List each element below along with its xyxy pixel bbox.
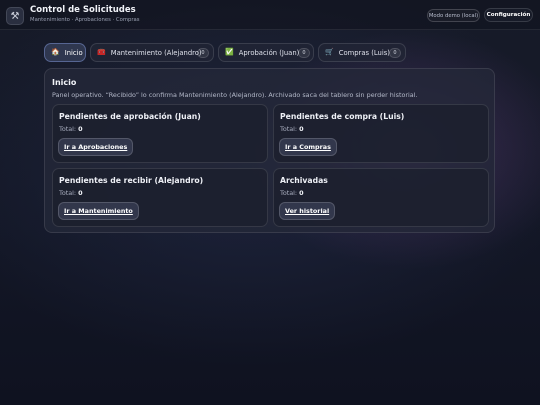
app-subtitle: Mantenimiento · Aprobaciones · Compras	[30, 17, 140, 23]
card-title: Pendientes de recibir (Alejandro)	[59, 176, 204, 185]
tab-inicio[interactable]: 🏠 Inicio	[44, 43, 86, 62]
tab-mantenimiento[interactable]: 🧰 Mantenimiento (Alejandro) 0	[90, 43, 214, 62]
panel-description: Panel operativo. “Recibido” lo confirma …	[52, 91, 418, 99]
toolbox-icon: 🧰	[97, 48, 106, 56]
card-total-value: 0	[299, 189, 304, 197]
view-history-button[interactable]: Ver historial	[279, 202, 336, 220]
demo-mode-button[interactable]: Modo demo (local)	[427, 9, 480, 22]
card-total-value: 0	[78, 189, 83, 197]
tab-label: Inicio	[64, 48, 83, 57]
card-pending-approval: Pendientes de aprobación (Juan) Total: 0…	[52, 104, 268, 163]
card-total: Total: 0	[59, 189, 83, 197]
card-pending-receive: Pendientes de recibir (Alejandro) Total:…	[52, 168, 268, 227]
tab-compras[interactable]: 🛒 Compras (Luis) 0	[318, 43, 406, 62]
card-total-value: 0	[299, 125, 304, 133]
card-pending-purchase: Pendientes de compra (Luis) Total: 0 Ir …	[273, 104, 489, 163]
check-icon: ✅	[225, 48, 234, 56]
tab-count-badge: 0	[389, 48, 401, 58]
tab-label: Mantenimiento (Alejandro)	[110, 48, 202, 57]
cart-icon: 🛒	[325, 48, 334, 56]
card-total: Total: 0	[59, 125, 83, 133]
card-total-value: 0	[78, 125, 83, 133]
card-title: Pendientes de compra (Luis)	[280, 112, 405, 121]
card-title: Archivadas	[280, 176, 328, 185]
go-to-approvals-button[interactable]: Ir a Aprobaciones	[58, 138, 134, 156]
tab-aprobacion[interactable]: ✅ Aprobación (Juan) 0	[218, 43, 314, 62]
settings-button[interactable]: Configuración	[484, 8, 533, 22]
card-total: Total: 0	[280, 189, 304, 197]
tab-count-badge: 0	[197, 48, 209, 58]
go-to-purchases-button[interactable]: Ir a Compras	[279, 138, 337, 156]
home-icon: 🏠	[51, 48, 60, 56]
home-panel: Inicio Panel operativo. “Recibido” lo co…	[44, 68, 495, 233]
tools-icon: ⚒	[6, 7, 24, 25]
go-to-maintenance-button[interactable]: Ir a Mantenimiento	[58, 202, 139, 220]
card-total: Total: 0	[280, 125, 304, 133]
tab-label: Compras (Luis)	[338, 48, 390, 57]
tab-label: Aprobación (Juan)	[238, 48, 300, 57]
top-bar: ⚒ Control de Solicitudes Mantenimiento ·…	[0, 0, 540, 30]
card-title: Pendientes de aprobación (Juan)	[59, 112, 201, 121]
card-archived: Archivadas Total: 0 Ver historial	[273, 168, 489, 227]
tab-count-badge: 0	[298, 48, 310, 58]
panel-title: Inicio	[52, 78, 77, 87]
app-title: Control de Solicitudes	[30, 5, 136, 15]
